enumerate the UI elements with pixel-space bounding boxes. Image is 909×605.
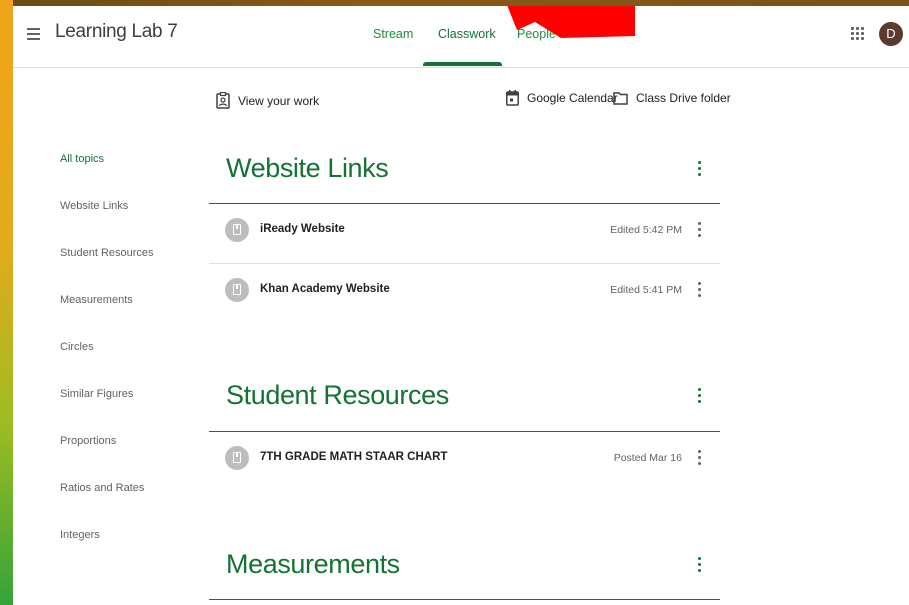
- tab-bar: Stream Classwork People: [13, 6, 909, 67]
- material-title: iReady Website: [260, 223, 345, 235]
- class-drive-folder-link[interactable]: Class Drive folder: [613, 91, 731, 105]
- tab-stream[interactable]: Stream: [373, 27, 413, 41]
- view-your-work-label: View your work: [238, 93, 320, 108]
- more-vert-icon[interactable]: [695, 555, 703, 575]
- google-apps-grid-icon[interactable]: [851, 27, 865, 41]
- material-timestamp: Posted Mar 16: [613, 452, 682, 464]
- material-row[interactable]: 7TH GRADE MATH STAAR CHART Posted Mar 16: [209, 432, 720, 490]
- sidebar-item-ratios-and-rates[interactable]: Ratios and Rates: [60, 482, 144, 494]
- sidebar-item-student-resources[interactable]: Student Resources: [60, 247, 154, 259]
- sidebar-item-circles[interactable]: Circles: [60, 341, 94, 353]
- material-icon: [225, 278, 249, 302]
- classroom-app: Learning Lab 7 Stream Classwork People D…: [13, 6, 909, 605]
- sidebar-item-similar-figures[interactable]: Similar Figures: [60, 388, 133, 400]
- topic-title-website-links: Website Links: [226, 153, 389, 183]
- window-frame-left: [0, 0, 13, 605]
- sidebar-item-measurements[interactable]: Measurements: [60, 294, 133, 306]
- account-avatar[interactable]: D: [879, 22, 903, 46]
- class-drive-folder-label: Class Drive folder: [636, 91, 731, 105]
- calendar-icon: [506, 90, 519, 106]
- view-your-work-link[interactable]: View your work: [216, 92, 319, 109]
- more-vert-icon[interactable]: [695, 386, 703, 406]
- more-vert-icon[interactable]: [695, 280, 703, 300]
- google-calendar-label: Google Calendar: [527, 91, 618, 105]
- material-timestamp: Edited 5:42 PM: [610, 224, 682, 236]
- sidebar-item-website-links[interactable]: Website Links: [60, 200, 128, 212]
- topic-title-student-resources: Student Resources: [226, 380, 449, 410]
- assignment-ind-icon: [216, 92, 230, 109]
- material-row[interactable]: Khan Academy Website Edited 5:41 PM: [209, 264, 720, 322]
- material-title: Khan Academy Website: [260, 283, 390, 295]
- more-vert-icon[interactable]: [695, 220, 703, 240]
- material-title: 7TH GRADE MATH STAAR CHART: [260, 451, 448, 463]
- material-icon: [225, 218, 249, 242]
- sidebar-item-proportions[interactable]: Proportions: [60, 435, 116, 447]
- topic-divider: [209, 599, 720, 600]
- sidebar-item-all-topics[interactable]: All topics: [60, 153, 104, 165]
- folder-icon: [613, 92, 628, 105]
- material-icon: [225, 446, 249, 470]
- google-calendar-link[interactable]: Google Calendar: [506, 90, 618, 106]
- more-vert-icon[interactable]: [695, 159, 703, 179]
- material-timestamp: Edited 5:41 PM: [610, 284, 682, 296]
- more-vert-icon[interactable]: [695, 448, 703, 468]
- red-arrow-annotation: [507, 6, 635, 38]
- active-tab-indicator: [423, 62, 502, 66]
- topic-title-measurements: Measurements: [226, 549, 400, 579]
- tab-classwork[interactable]: Classwork: [438, 27, 496, 41]
- sidebar-item-integers[interactable]: Integers: [60, 529, 100, 541]
- top-app-bar: Learning Lab 7 Stream Classwork People D: [13, 6, 909, 68]
- material-row[interactable]: iReady Website Edited 5:42 PM: [209, 204, 720, 262]
